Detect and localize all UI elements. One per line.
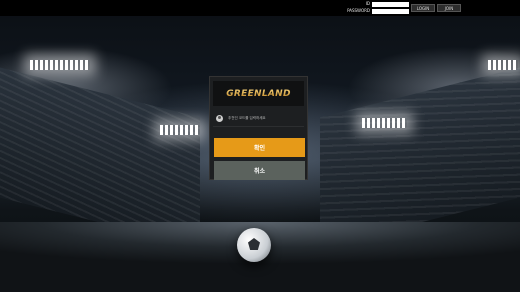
floodlight-right [488, 60, 518, 70]
stands-left [0, 62, 200, 248]
password-label: PASSWORD [347, 8, 370, 13]
referral-message: 추천인 코드를 입력하세요 [228, 115, 266, 120]
stands-right [320, 62, 520, 248]
floodlight-left [30, 60, 90, 70]
message-row: 추천인 코드를 입력하세요 [216, 113, 302, 123]
logo-container: GREENLAND [213, 81, 304, 106]
floodlight-right-inner [362, 118, 407, 128]
join-button[interactable]: JOIN [437, 4, 461, 12]
password-input[interactable] [372, 9, 409, 14]
user-icon [216, 114, 223, 122]
login-button[interactable]: LOGIN [411, 4, 435, 12]
top-login-bar: ID PASSWORD LOGIN JOIN [0, 0, 520, 16]
id-label: ID [365, 1, 370, 6]
referral-dialog: GREENLAND 추천인 코드를 입력하세요 확인 취소 [209, 76, 308, 180]
confirm-button[interactable]: 확인 [214, 138, 305, 157]
divider [213, 126, 304, 127]
greenland-logo: GREENLAND [226, 88, 291, 99]
cancel-button[interactable]: 취소 [214, 161, 305, 180]
soccer-ball [237, 228, 271, 262]
floodlight-left-inner [160, 125, 200, 135]
id-input[interactable] [372, 2, 409, 7]
